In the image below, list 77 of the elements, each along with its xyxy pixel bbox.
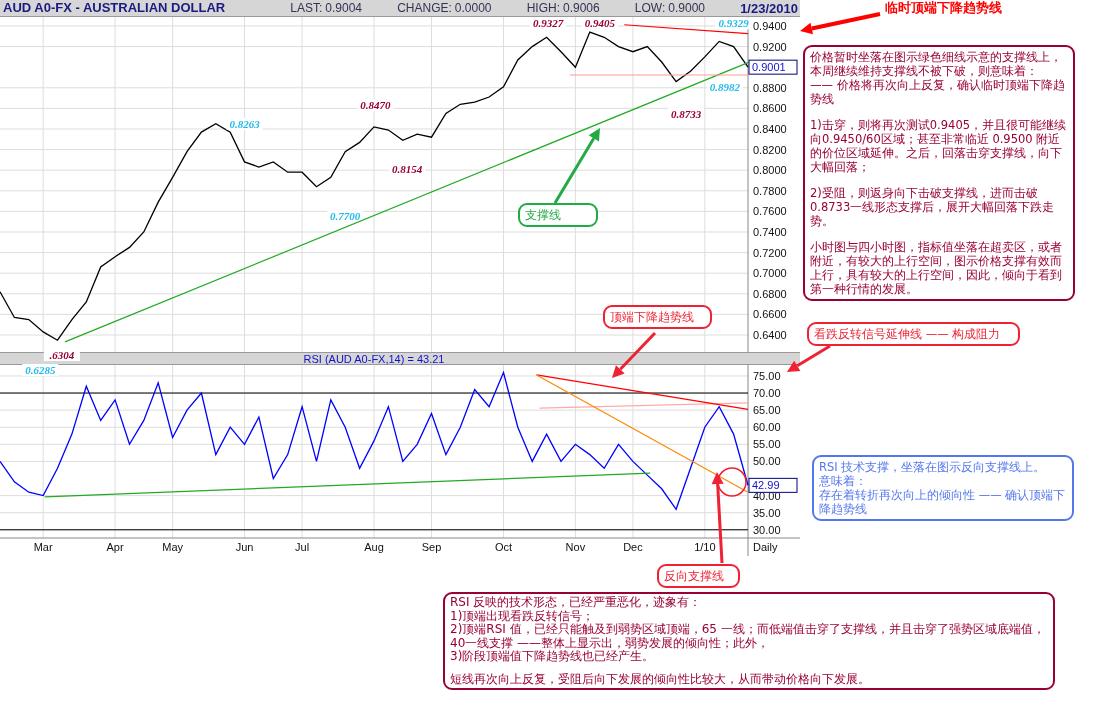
- field-value: 0.0000: [454, 1, 492, 15]
- price-label: 0.8154: [391, 162, 423, 175]
- month-label: 1/10: [694, 541, 716, 553]
- indicator-title: RSI (AUD A0-FX,14) = 43.21: [303, 352, 445, 365]
- axis-label: 0.7800: [753, 184, 787, 197]
- callout-label: 临时顶端下降趋势线: [885, 0, 1002, 16]
- price-label: 0.7700: [330, 209, 361, 222]
- period-label: Daily: [753, 541, 778, 553]
- current-value-box: 0.9001: [748, 59, 798, 75]
- month-label: May: [162, 541, 183, 553]
- callout-text: 支撑线: [525, 208, 562, 222]
- callout-text: 意味着：: [819, 474, 868, 488]
- axis-label: 55.00: [753, 438, 781, 451]
- price-label: .6304: [49, 349, 75, 361]
- callout-text: 2)受阻，则返身向下击破支撑线，进而击破0.8733一线形态支撑后，展开大幅回落下跌走势。: [810, 186, 1056, 228]
- axis-label: 0.6800: [753, 287, 787, 300]
- month-label: Aug: [364, 541, 384, 553]
- current-value-box: 42.99: [748, 477, 798, 493]
- axis-label: 65.00: [753, 404, 781, 417]
- month-label: Mar: [33, 541, 53, 553]
- callout-text: 短线再次向上反复，受阻后向下发展的倾向性比较大，从而带动价格向下发展。: [450, 672, 871, 686]
- axis-label: 0.9400: [753, 19, 787, 32]
- callout-text: 看跌反转信号延伸线 —— 构成阻力: [814, 327, 1002, 341]
- axis-label: 0.7600: [753, 205, 787, 218]
- callout-text: RSI 反映的技术形态，已经严重恶化，迹象有：: [450, 596, 703, 610]
- axis-label: 0.9200: [753, 40, 787, 53]
- price-label: 0.8470: [360, 98, 391, 111]
- field-label: CHANGE:: [397, 1, 452, 15]
- axis-label: 50.00: [753, 455, 781, 468]
- month-label: Sep: [421, 541, 442, 553]
- price-label: 0.8733: [671, 107, 702, 120]
- price-label: 0.9405: [584, 17, 615, 30]
- field-value: 0.9006: [563, 1, 600, 15]
- callout-text: 价格暂时坐落在图示绿色细线示意的支撑线上，本周继续维持支撑线不被下破，则意味着：: [810, 50, 1063, 78]
- axis-label: 0.8200: [753, 143, 787, 156]
- axis-label: 0.8400: [753, 123, 787, 135]
- month-label: Jun: [235, 541, 254, 553]
- axis-label: 0.8800: [753, 81, 787, 94]
- callout-text: 2)顶端RSI 值，已经只能触及到弱势区域顶端，65 一线；而低端值击穿了支撑线，并且击穿了强势区域底端值，40一线支撑 ——整体上显示出，弱势发展的倾向性；此外，: [450, 623, 1046, 650]
- axis-label: 0.7200: [753, 246, 787, 259]
- axis-label: 0.6600: [753, 308, 787, 321]
- axis-label: 0.8600: [753, 102, 787, 115]
- chart-date: 1/23/2010: [740, 0, 798, 16]
- callout-text: 顶端下降趋势线: [610, 310, 695, 324]
- month-label: Oct: [494, 541, 512, 553]
- axis-label: 75.00: [753, 369, 781, 382]
- field-label: HIGH:: [526, 1, 560, 15]
- price-label: 0.8982: [709, 81, 741, 94]
- price-label: 0.8263: [229, 117, 260, 130]
- callout-text: 1)击穿，则将再次测试0.9405，并且很可能继续向0.9450/60区域；甚至非常临近 0.9500 附近的价位区域延伸。之后，回落击穿支撑线，向下大幅回落；: [810, 118, 1068, 174]
- chart-title: AUD A0-FX - AUSTRALIAN DOLLAR: [3, 0, 226, 16]
- axis-label: 0.8000: [753, 164, 787, 177]
- axis-label: 30.00: [753, 523, 781, 536]
- callout-text: —— 价格将再次向上反复，确认临时顶端下降趋势线: [810, 78, 1066, 106]
- callout-text: 存在着转折再次向上的倾向性 —— 确认顶端下降趋势线: [819, 488, 1067, 516]
- callout-text: 小时图与四小时图，指标值坐落在超卖区，或者附近，有较大的上行空间，图示价格支撑有效而上行，具有较大的上行空间，因此，倾向于看到第一种行情的发展。: [810, 240, 1063, 296]
- month-label: Apr: [106, 541, 124, 553]
- axis-label: 35.00: [753, 506, 781, 519]
- axis-label: 0.7000: [753, 267, 787, 280]
- field-label: LAST:: [290, 1, 323, 15]
- month-label: Nov: [565, 541, 586, 553]
- month-label: Dec: [623, 541, 643, 553]
- axis-label: 70.00: [753, 387, 781, 400]
- field-label: LOW:: [634, 1, 666, 15]
- month-label: Jul: [295, 541, 310, 553]
- callout-text: 反向支撑线: [664, 569, 725, 583]
- callout-text: 3)阶段顶端值下降趋势线也已经产生。: [450, 650, 655, 664]
- price-label: 0.9327: [532, 17, 564, 30]
- axis-label: 0.7400: [753, 226, 787, 238]
- callout-text: 1)顶端出现看跌反转信号；: [450, 609, 596, 623]
- callout-text: RSI 技术支撑，坐落在图示反向支撑线上。: [819, 460, 1047, 474]
- price-label: 0.9329: [718, 17, 749, 30]
- field-value: 0.9004: [325, 1, 363, 15]
- axis-label: 0.6400: [753, 329, 787, 341]
- field-value: 0.9000: [668, 1, 705, 15]
- axis-label: 60.00: [753, 421, 781, 434]
- price-label: 0.6285: [25, 364, 56, 377]
